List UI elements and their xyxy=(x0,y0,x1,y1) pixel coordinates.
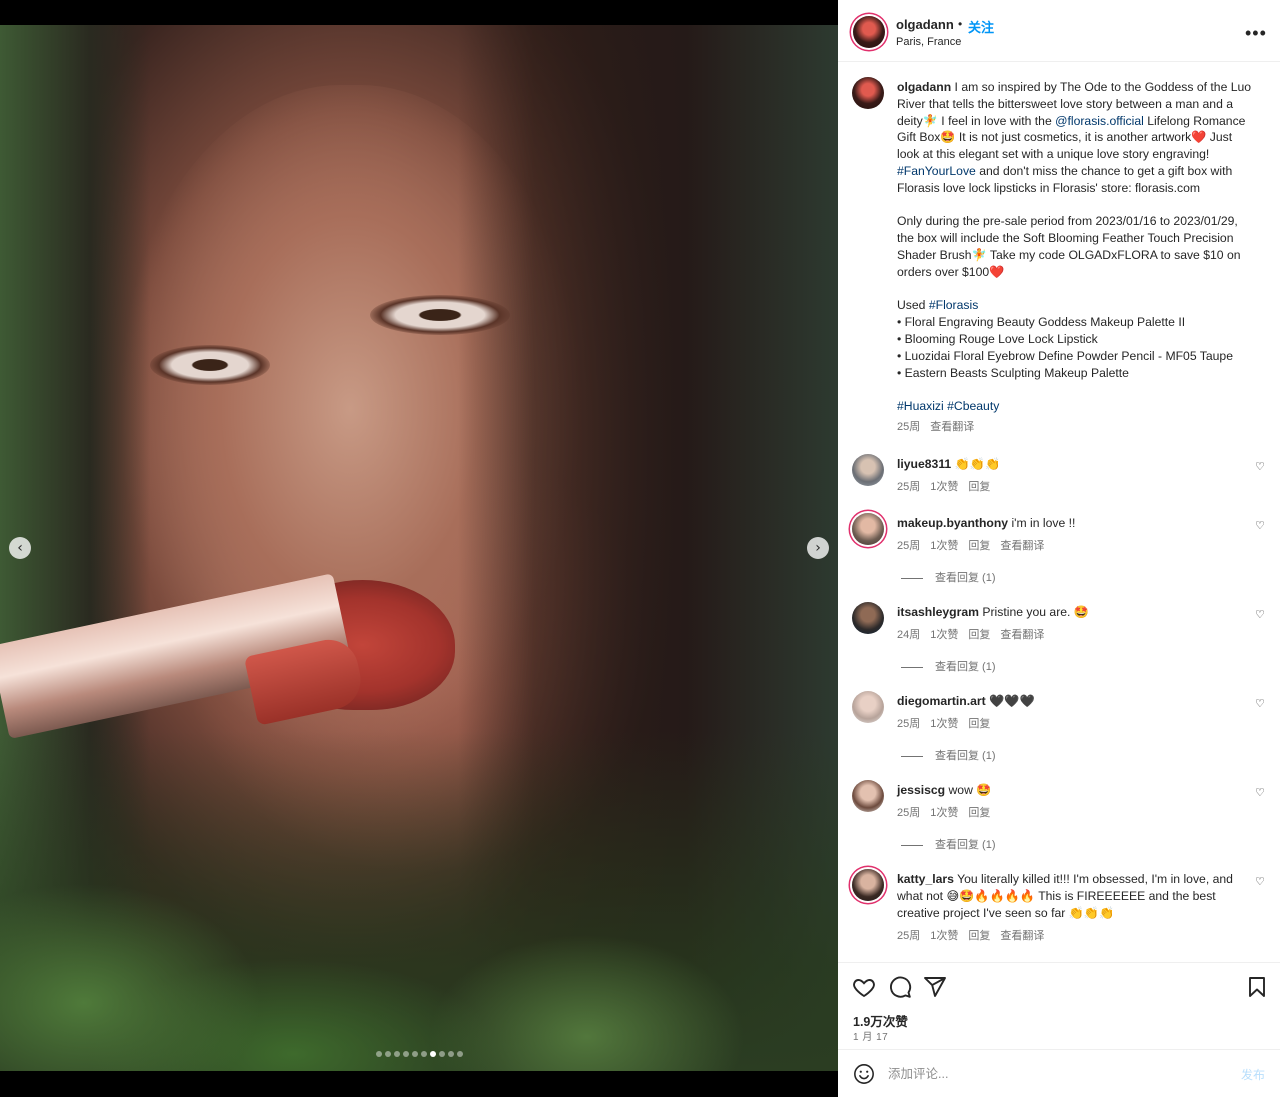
carousel-dot xyxy=(448,1051,454,1057)
caption-list-item: • Floral Engraving Beauty Goddess Makeup… xyxy=(897,315,1186,330)
post-sidebar: olgadann • 关注 Paris, France ••• olgadann… xyxy=(838,0,1280,1097)
commenter-avatar[interactable] xyxy=(852,869,884,901)
author-avatar[interactable] xyxy=(853,16,885,48)
reply-button[interactable]: 回复 xyxy=(968,718,990,730)
hashtag-link[interactable]: #Florasis xyxy=(929,298,978,312)
bookmark-icon[interactable] xyxy=(1245,975,1269,999)
carousel-dot xyxy=(376,1051,382,1057)
commenter-username[interactable]: diegomartin.art xyxy=(897,694,986,708)
action-bar: 1.9万次赞 1 月 17 xyxy=(838,962,1280,1058)
mention-link[interactable]: @florasis.official xyxy=(1055,114,1144,128)
see-translation-link[interactable]: 查看翻译 xyxy=(1000,930,1044,942)
comment-bubble-icon[interactable] xyxy=(888,975,912,999)
carousel-dot xyxy=(394,1051,400,1057)
post-date[interactable]: 1 月 17 xyxy=(853,1028,888,1043)
reply-button[interactable]: 回复 xyxy=(968,629,990,641)
author-username[interactable]: olgadann xyxy=(896,17,954,32)
caption-list-item: • Luozidai Floral Eyebrow Define Powder … xyxy=(897,348,1233,363)
comment-text: Pristine you are. 🤩 xyxy=(978,605,1089,619)
post-caption: olgadann I am so inspired by The Ode to … xyxy=(897,79,1257,436)
previous-slide-button[interactable]: ‹ xyxy=(9,537,31,559)
caption-username[interactable]: olgadann xyxy=(897,80,951,94)
caption-paragraph: Only during the pre-sale period from 202… xyxy=(897,214,1241,279)
commenter-avatar[interactable] xyxy=(852,602,884,634)
comment-time[interactable]: 24周 xyxy=(897,629,920,641)
comment-time[interactable]: 25周 xyxy=(897,481,920,493)
carousel-dot xyxy=(421,1051,427,1057)
carousel-dot xyxy=(403,1051,409,1057)
commenter-username[interactable]: itsashleygram xyxy=(897,605,979,619)
emoji-smile-icon[interactable] xyxy=(853,1063,875,1085)
comment-text: wow 🤩 xyxy=(945,783,992,797)
caption-list-item: • Eastern Beasts Sculpting Makeup Palett… xyxy=(897,365,1129,380)
follow-button[interactable]: 关注 xyxy=(968,17,994,36)
view-replies-button[interactable]: 查看回复 (1) xyxy=(901,747,996,763)
hashtag-link[interactable]: #FanYourLove xyxy=(897,164,976,178)
next-slide-button[interactable]: › xyxy=(807,537,829,559)
comment-time[interactable]: 25周 xyxy=(897,807,920,819)
comment-likes[interactable]: 1次赞 xyxy=(930,481,958,493)
share-send-icon[interactable] xyxy=(923,975,947,999)
see-translation-link[interactable]: 查看翻译 xyxy=(1000,629,1044,641)
view-replies-button[interactable]: 查看回复 (1) xyxy=(901,836,996,852)
commenter-username[interactable]: liyue8311 xyxy=(897,457,951,471)
commenter-avatar[interactable] xyxy=(852,513,884,545)
add-comment-bar: 发布 xyxy=(838,1049,1280,1097)
comment-likes[interactable]: 1次赞 xyxy=(930,629,958,641)
comment-time[interactable]: 25周 xyxy=(897,718,920,730)
carousel-dot xyxy=(457,1051,463,1057)
foliage xyxy=(0,731,838,1071)
commenter-username[interactable]: makeup.byanthony xyxy=(897,516,1008,530)
reply-button[interactable]: 回复 xyxy=(968,481,990,493)
comment-text: i'm in love !! xyxy=(1008,516,1076,530)
caption-author-avatar[interactable] xyxy=(852,77,884,109)
view-replies-button[interactable]: 查看回复 (1) xyxy=(901,658,996,674)
comments-list: olgadann I am so inspired by The Ode to … xyxy=(838,63,1280,962)
view-replies-button[interactable]: 查看回复 (1) xyxy=(901,569,996,585)
comment-time[interactable]: 25周 xyxy=(897,930,920,942)
post-header: olgadann • 关注 Paris, France ••• xyxy=(838,0,1280,62)
reply-button[interactable]: 回复 xyxy=(968,540,990,552)
post-comment-button[interactable]: 发布 xyxy=(1241,1066,1265,1083)
commenter-username[interactable]: katty_lars xyxy=(897,872,954,886)
commenter-avatar[interactable] xyxy=(852,454,884,486)
see-translation-link[interactable]: 查看翻译 xyxy=(1000,540,1044,552)
comment-text: 🖤🖤🖤 xyxy=(985,694,1035,708)
see-translation-link[interactable]: 查看翻译 xyxy=(930,421,974,433)
post-image[interactable] xyxy=(0,25,838,1071)
hashtag-link[interactable]: #Cbeauty xyxy=(947,399,999,413)
commenter-avatar[interactable] xyxy=(852,691,884,723)
carousel-dot xyxy=(412,1051,418,1057)
reply-button[interactable]: 回复 xyxy=(968,930,990,942)
carousel-dot-active xyxy=(430,1051,436,1057)
heart-icon[interactable]: ♡ xyxy=(1255,786,1265,799)
like-heart-icon[interactable] xyxy=(852,975,876,999)
commenter-username[interactable]: jessiscg xyxy=(897,783,945,797)
heart-icon[interactable]: ♡ xyxy=(1255,608,1265,621)
comment-likes[interactable]: 1次赞 xyxy=(930,807,958,819)
comment-likes[interactable]: 1次赞 xyxy=(930,540,958,552)
heart-icon[interactable]: ♡ xyxy=(1255,519,1265,532)
comment-text: 👏👏👏 xyxy=(951,457,1001,471)
heart-icon[interactable]: ♡ xyxy=(1255,697,1265,710)
separator-dot: • xyxy=(958,17,963,31)
caption-list-item: • Blooming Rouge Love Lock Lipstick xyxy=(897,331,1098,346)
carousel-indicator xyxy=(376,1051,463,1057)
heart-icon[interactable]: ♡ xyxy=(1255,875,1265,888)
carousel-dot xyxy=(439,1051,445,1057)
media-panel: ‹ › xyxy=(0,0,838,1097)
reply-button[interactable]: 回复 xyxy=(968,807,990,819)
comment-time[interactable]: 25周 xyxy=(897,540,920,552)
hashtag-link[interactable]: #Huaxizi xyxy=(897,399,944,413)
comment-likes[interactable]: 1次赞 xyxy=(930,718,958,730)
comment-input[interactable] xyxy=(888,1064,1218,1084)
comment-likes[interactable]: 1次赞 xyxy=(930,930,958,942)
carousel-dot xyxy=(385,1051,391,1057)
more-options-button[interactable]: ••• xyxy=(1245,23,1267,44)
caption-time[interactable]: 25周 xyxy=(897,421,920,433)
commenter-avatar[interactable] xyxy=(852,780,884,812)
heart-icon[interactable]: ♡ xyxy=(1255,460,1265,473)
post-location[interactable]: Paris, France xyxy=(896,36,961,48)
